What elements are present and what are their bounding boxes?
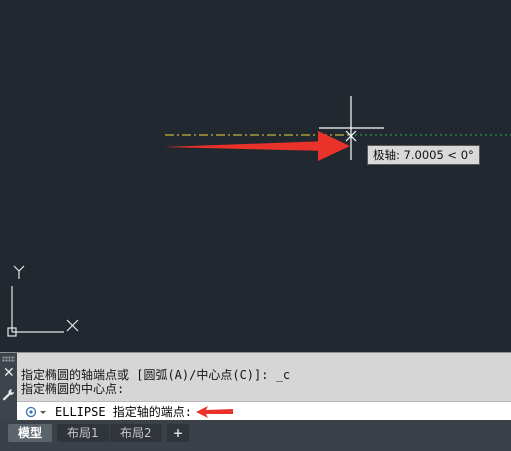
drag-grip-icon[interactable] <box>2 356 15 362</box>
drawing-canvas[interactable]: 极轴: 7.0005 < 0° <box>0 0 511 352</box>
add-layout-button[interactable]: + <box>167 424 190 442</box>
tab-layout2[interactable]: 布局2 <box>110 424 162 442</box>
canvas-graphics <box>7 96 511 337</box>
ucs-icon <box>7 265 79 337</box>
prompt-annotation-arrow <box>196 406 233 418</box>
tab-layout1[interactable]: 布局1 <box>57 424 109 442</box>
command-line-panel: ✕ 指定椭圆的轴端点或 [圆弧(A)/中心点(C)]: _c 指定椭圆的中心点:… <box>0 352 511 422</box>
close-icon[interactable]: ✕ <box>3 366 15 380</box>
command-history-line: 指定椭圆的中心点: <box>21 382 125 396</box>
polar-tracking-tooltip: 极轴: 7.0005 < 0° <box>367 145 480 165</box>
autocad-window: 极轴: 7.0005 < 0° ✕ 指定椭圆的轴端点或 [圆弧(A)/中心点(C… <box>0 0 511 451</box>
layout-tab-bar: 模型 布局1 布局2 + <box>0 420 511 451</box>
command-line-handle[interactable]: ✕ <box>0 353 17 421</box>
wrench-icon[interactable] <box>2 388 15 402</box>
command-input[interactable]: ELLIPSE 指定轴的端点: <box>17 401 511 422</box>
command-prompt-text: ELLIPSE 指定轴的端点: <box>55 405 193 419</box>
command-history-line: 指定椭圆的轴端点或 [圆弧(A)/中心点(C)]: _c <box>21 368 291 382</box>
tab-model[interactable]: 模型 <box>8 424 53 442</box>
command-prompt-icon[interactable] <box>23 405 47 419</box>
